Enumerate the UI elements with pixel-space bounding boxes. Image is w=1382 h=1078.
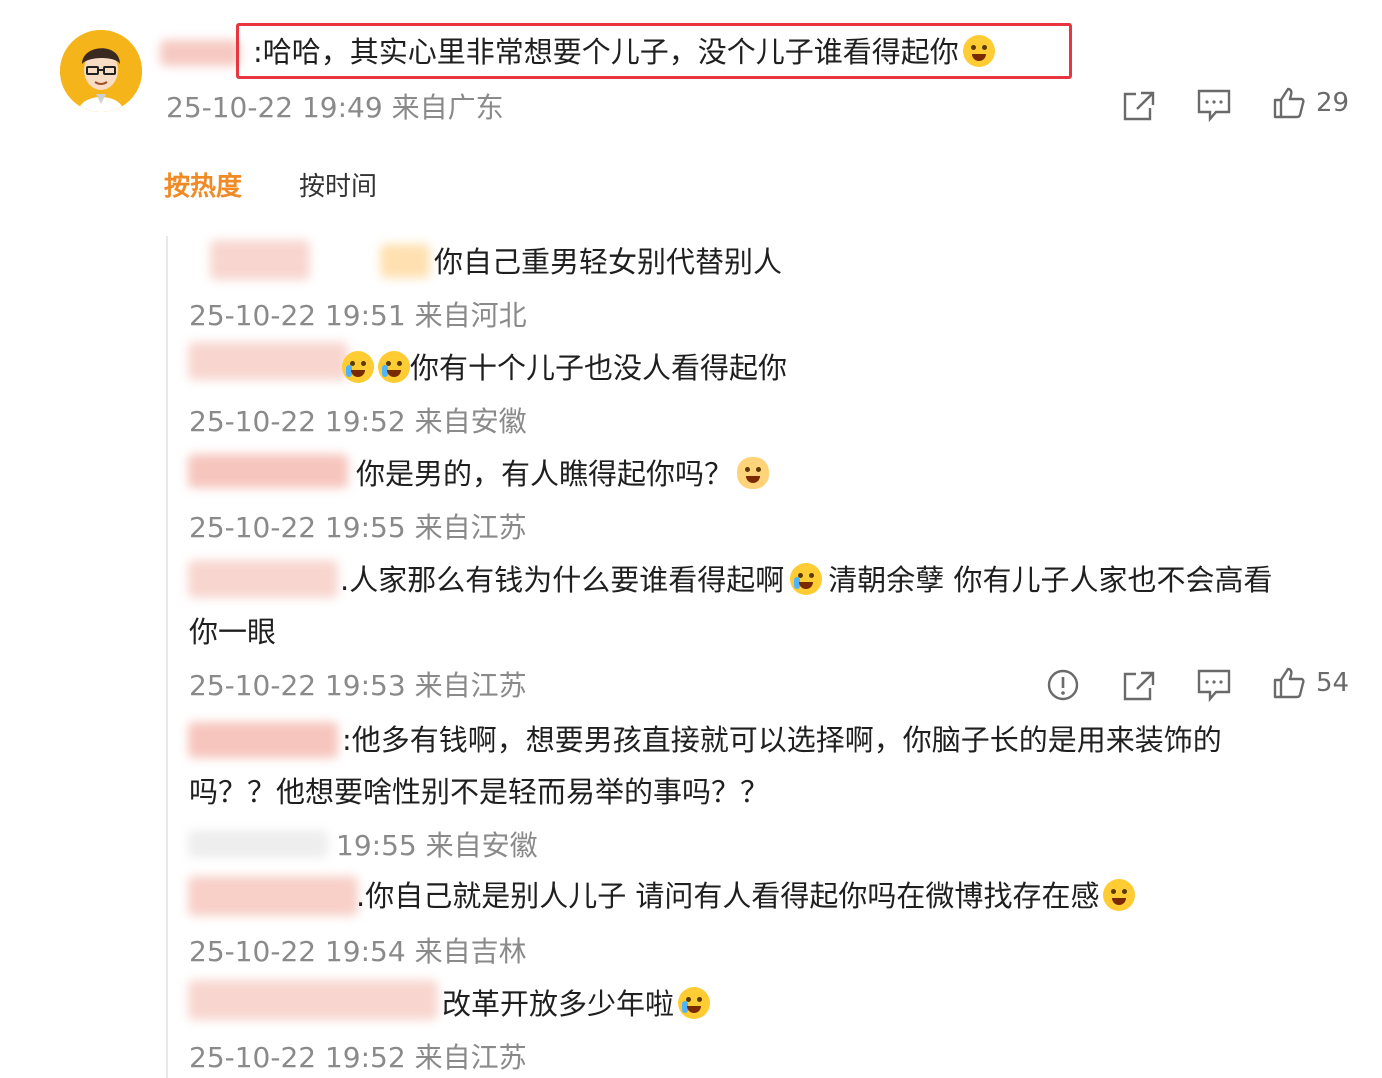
report-icon	[1047, 669, 1079, 701]
reply-location: 来自吉林	[414, 935, 527, 968]
main-comment-body: :哈哈，其实心里非常想要个儿子，没个儿子谁看得起你	[253, 35, 959, 69]
main-comment-meta: 25-10-22 19:49 来自广东	[166, 88, 504, 128]
reply-timestamp: 25-10-22 19:52	[189, 1041, 406, 1074]
blurred-username	[188, 454, 348, 488]
reply-body: 你是男的，有人瞧得起你吗？	[356, 457, 734, 491]
reply-body: 你有十个儿子也没人看得起你	[410, 351, 788, 385]
crying-emoji-icon	[378, 351, 410, 383]
reply-body: .人家那么有钱为什么要谁看得起啊	[340, 563, 785, 597]
user-avatar[interactable]	[60, 30, 142, 112]
reply-meta: 25-10-22 19:55 来自江苏	[189, 508, 527, 548]
reply-meta: 25-10-22 19:52 来自安徽	[189, 402, 527, 442]
reply-meta: 25-10-22 19:51 来自河北	[189, 296, 527, 336]
like-button[interactable]: 54	[1272, 666, 1349, 700]
blurred-timestamp	[188, 830, 328, 858]
crying-emoji-icon	[342, 351, 374, 383]
reply-text: .你自己就是别人儿子 请问有人看得起你吗在微博找存在感	[356, 874, 1136, 918]
reply-location: 来自安徽	[414, 405, 527, 438]
like-count: 54	[1316, 668, 1350, 698]
reply-location: 来自江苏	[414, 511, 527, 544]
blurred-username	[188, 980, 438, 1020]
main-comment-text: :哈哈，其实心里非常想要个儿子，没个儿子谁看得起你	[253, 30, 995, 74]
reply-meta: 25-10-22 19:52 来自江苏	[189, 1038, 527, 1078]
reply-timestamp: 25-10-22 19:54	[189, 935, 406, 968]
sort-by-hot-tab[interactable]: 按热度	[164, 168, 242, 206]
reply-timestamp: 25-10-22 19:53	[189, 669, 406, 702]
reply-location: 来自河北	[414, 299, 527, 332]
reply-timestamp: 25-10-22 19:55	[189, 511, 406, 544]
thumbs-up-icon	[1273, 87, 1305, 119]
reply-text: 你有十个儿子也没人看得起你	[338, 346, 787, 390]
thumbs-up-icon	[1273, 667, 1305, 699]
sort-by-time-tab[interactable]: 按时间	[299, 168, 377, 206]
reply-text: 你自己重男轻女别代替别人	[434, 245, 783, 279]
reply-timestamp: 25-10-22 19:52	[189, 405, 406, 438]
blurred-username	[160, 40, 240, 66]
comment-button[interactable]	[1196, 88, 1232, 122]
main-comment-timestamp: 25-10-22 19:49	[166, 91, 383, 124]
main-comment-location: 来自广东	[391, 91, 504, 124]
reply-body-cont: 清朝余孽 你有儿子人家也不会高看	[828, 563, 1273, 597]
comment-icon	[1197, 89, 1231, 122]
reply-text: :他多有钱啊，想要男孩直接就可以选择啊，你脑子长的是用来装饰的	[342, 723, 1222, 757]
share-icon	[1123, 91, 1155, 121]
like-button[interactable]: 29	[1272, 86, 1349, 120]
share-button[interactable]	[1122, 670, 1156, 702]
reply-location: 来自安徽	[425, 829, 538, 862]
blurred-username	[380, 244, 430, 278]
reply-text-line2: 吗？？他想要啥性别不是轻而易举的事吗？？	[189, 775, 770, 809]
crying-emoji-icon	[790, 563, 823, 595]
dog-emoji-icon	[737, 457, 770, 489]
comment-icon	[1197, 669, 1231, 702]
like-count: 29	[1316, 88, 1350, 118]
report-button[interactable]	[1046, 668, 1080, 702]
blurred-username	[188, 722, 338, 758]
reply-location: 来自江苏	[414, 669, 527, 702]
thread-divider	[166, 236, 168, 1078]
reply-text: 改革开放多少年啦	[442, 982, 711, 1026]
laughing-emoji-icon	[962, 35, 995, 67]
reply-body: 改革开放多少年啦	[442, 987, 675, 1021]
reply-location: 来自江苏	[414, 1041, 527, 1074]
avatar-cartoon-icon	[60, 30, 142, 112]
reply-meta: 25-10-22 19:53 来自江苏	[189, 666, 527, 706]
crying-laughing-emoji-icon	[678, 987, 711, 1019]
excited-emoji-icon	[1103, 879, 1136, 911]
blurred-username	[210, 240, 310, 280]
reply-text: .人家那么有钱为什么要谁看得起啊 清朝余孽 你有儿子人家也不会高看	[340, 558, 1272, 602]
reply-text: 你是男的，有人瞧得起你吗？	[356, 452, 770, 496]
share-button[interactable]	[1122, 90, 1156, 122]
share-icon	[1123, 671, 1155, 701]
blurred-username	[188, 560, 338, 598]
reply-text-line2: 你一眼	[189, 615, 277, 649]
reply-meta: 19:55 来自安徽	[336, 826, 538, 866]
blurred-username	[188, 342, 348, 380]
reply-body: .你自己就是别人儿子 请问有人看得起你吗在微博找存在感	[356, 879, 1100, 913]
blurred-username	[188, 876, 358, 916]
reply-meta: 25-10-22 19:54 来自吉林	[189, 932, 527, 972]
reply-timestamp: 25-10-22 19:51	[189, 299, 406, 332]
comment-button[interactable]	[1196, 668, 1232, 702]
reply-timestamp: 19:55	[336, 829, 417, 862]
